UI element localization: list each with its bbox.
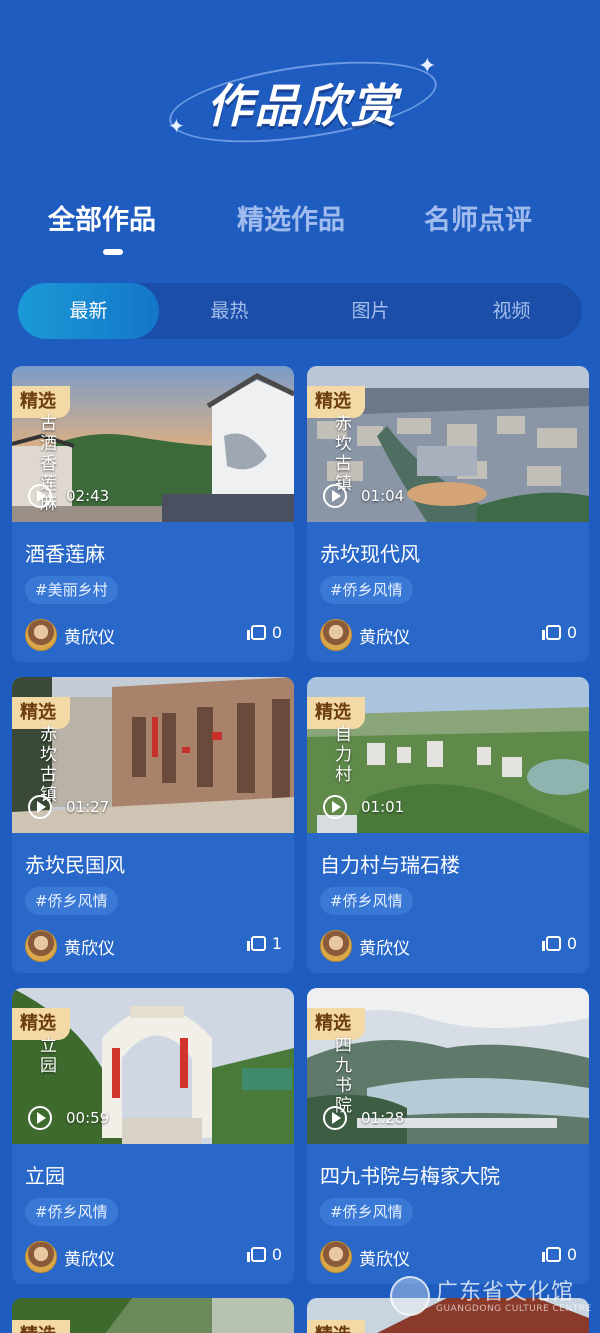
like-count: 0	[566, 934, 577, 953]
thumbnail-overlay-title: 赤坎古镇	[335, 414, 352, 494]
video-duration: 01:27	[66, 798, 110, 816]
avatar[interactable]	[25, 1241, 57, 1273]
topic-tag[interactable]: #侨乡风情	[25, 887, 118, 915]
thumbnail-overlay-title: 立园	[40, 1036, 57, 1076]
tab-featured-works[interactable]: 精选作品	[237, 198, 345, 237]
work-title[interactable]: 立园	[25, 1160, 65, 1189]
sort-filter-bar: 最新 最热 图片 视频	[18, 283, 582, 339]
like-button[interactable]: 0	[541, 934, 577, 953]
author-name[interactable]: 黄欣仪	[64, 934, 115, 959]
work-title[interactable]: 自力村与瑞石楼	[320, 849, 460, 878]
like-count: 0	[271, 623, 282, 642]
thumbnail-overlay-title: 赤坎古镇	[40, 725, 57, 805]
work-title[interactable]: 四九书院与梅家大院	[320, 1160, 500, 1189]
thumbs-up-icon	[246, 936, 266, 951]
like-button[interactable]: 0	[246, 623, 282, 642]
thumbs-up-icon	[541, 936, 561, 951]
page-title: 作品欣赏	[206, 79, 399, 133]
play-icon[interactable]	[323, 795, 347, 819]
watermark-text: 广东省文化馆	[436, 1280, 575, 1305]
watermark-subtext: GUANGDONG CULTURE CENTRE	[436, 1304, 592, 1314]
avatar[interactable]	[320, 619, 352, 651]
avatar[interactable]	[25, 619, 57, 651]
thumbnail-overlay-title: 四九书院	[335, 1036, 352, 1116]
page-title-logo: 作品欣赏 ✦ ✦	[160, 47, 445, 157]
video-duration: 01:01	[361, 798, 405, 816]
thumbs-up-icon	[541, 1247, 561, 1262]
avatar[interactable]	[320, 1241, 352, 1273]
work-card[interactable]: 精选 赤坎古镇 01:04 赤坎现代风 #侨乡风情 黄欣仪 0	[307, 366, 589, 662]
sparkle-icon: ✦	[168, 114, 185, 138]
topic-tag[interactable]: #美丽乡村	[25, 576, 118, 604]
like-button[interactable]: 0	[541, 1245, 577, 1264]
play-icon[interactable]	[28, 1106, 52, 1130]
featured-badge: 精选	[307, 1320, 365, 1333]
work-card-partial[interactable]: 精选	[12, 1298, 294, 1333]
author-name[interactable]: 黄欣仪	[359, 623, 410, 648]
like-count: 0	[271, 1245, 282, 1264]
author-name[interactable]: 黄欣仪	[359, 934, 410, 959]
filter-videos[interactable]: 视频	[441, 283, 582, 339]
work-card[interactable]: 精选 古酒香莲麻 02:43 酒香莲麻 #美丽乡村 黄欣仪 0	[12, 366, 294, 662]
video-duration: 00:59	[66, 1109, 110, 1127]
avatar[interactable]	[320, 930, 352, 962]
work-card[interactable]: 精选 自力村 01:01 自力村与瑞石楼 #侨乡风情 黄欣仪 0	[307, 677, 589, 973]
topic-tag[interactable]: #侨乡风情	[320, 576, 413, 604]
like-button[interactable]: 0	[246, 1245, 282, 1264]
author-name[interactable]: 黄欣仪	[359, 1245, 410, 1270]
topic-tag[interactable]: #侨乡风情	[320, 887, 413, 915]
tab-teacher-review[interactable]: 名师点评	[424, 198, 532, 237]
work-card[interactable]: 精选 赤坎古镇 01:27 赤坎民国风 #侨乡风情 黄欣仪 1	[12, 677, 294, 973]
like-count: 0	[566, 1245, 577, 1264]
like-count: 1	[271, 934, 282, 953]
filter-hottest[interactable]: 最热	[159, 283, 300, 339]
author-name[interactable]: 黄欣仪	[64, 1245, 115, 1270]
like-button[interactable]: 0	[541, 623, 577, 642]
video-duration: 01:28	[361, 1109, 405, 1127]
author-name[interactable]: 黄欣仪	[64, 623, 115, 648]
active-tab-indicator	[103, 249, 123, 255]
category-tabs: 全部作品 精选作品 名师点评	[0, 190, 600, 260]
avatar[interactable]	[25, 930, 57, 962]
watermark-logo-icon	[390, 1276, 430, 1316]
tab-all-works[interactable]: 全部作品	[48, 198, 156, 237]
play-icon[interactable]	[323, 484, 347, 508]
like-button[interactable]: 1	[246, 934, 282, 953]
sparkle-icon: ✦	[418, 54, 437, 79]
watermark: 广东省文化馆 GUANGDONG CULTURE CENTRE	[390, 1274, 595, 1320]
work-title[interactable]: 赤坎民国风	[25, 849, 125, 878]
play-icon[interactable]	[28, 795, 52, 819]
video-duration: 01:04	[361, 487, 405, 505]
video-duration: 02:43	[66, 487, 110, 505]
play-icon[interactable]	[28, 484, 52, 508]
work-title[interactable]: 酒香莲麻	[25, 538, 105, 567]
filter-latest[interactable]: 最新	[18, 283, 159, 339]
work-title[interactable]: 赤坎现代风	[320, 538, 420, 567]
thumbs-up-icon	[246, 625, 266, 640]
topic-tag[interactable]: #侨乡风情	[320, 1198, 413, 1226]
work-card[interactable]: 精选 四九书院 01:28 四九书院与梅家大院 #侨乡风情 黄欣仪 0	[307, 988, 589, 1284]
thumbnail-overlay-title: 自力村	[335, 725, 352, 785]
thumbs-up-icon	[541, 625, 561, 640]
topic-tag[interactable]: #侨乡风情	[25, 1198, 118, 1226]
thumbs-up-icon	[246, 1247, 266, 1262]
featured-badge: 精选	[12, 1320, 70, 1333]
work-card[interactable]: 精选 立园 00:59 立园 #侨乡风情 黄欣仪 0	[12, 988, 294, 1284]
play-icon[interactable]	[323, 1106, 347, 1130]
filter-images[interactable]: 图片	[300, 283, 441, 339]
header: 作品欣赏 ✦ ✦	[0, 0, 600, 180]
like-count: 0	[566, 623, 577, 642]
